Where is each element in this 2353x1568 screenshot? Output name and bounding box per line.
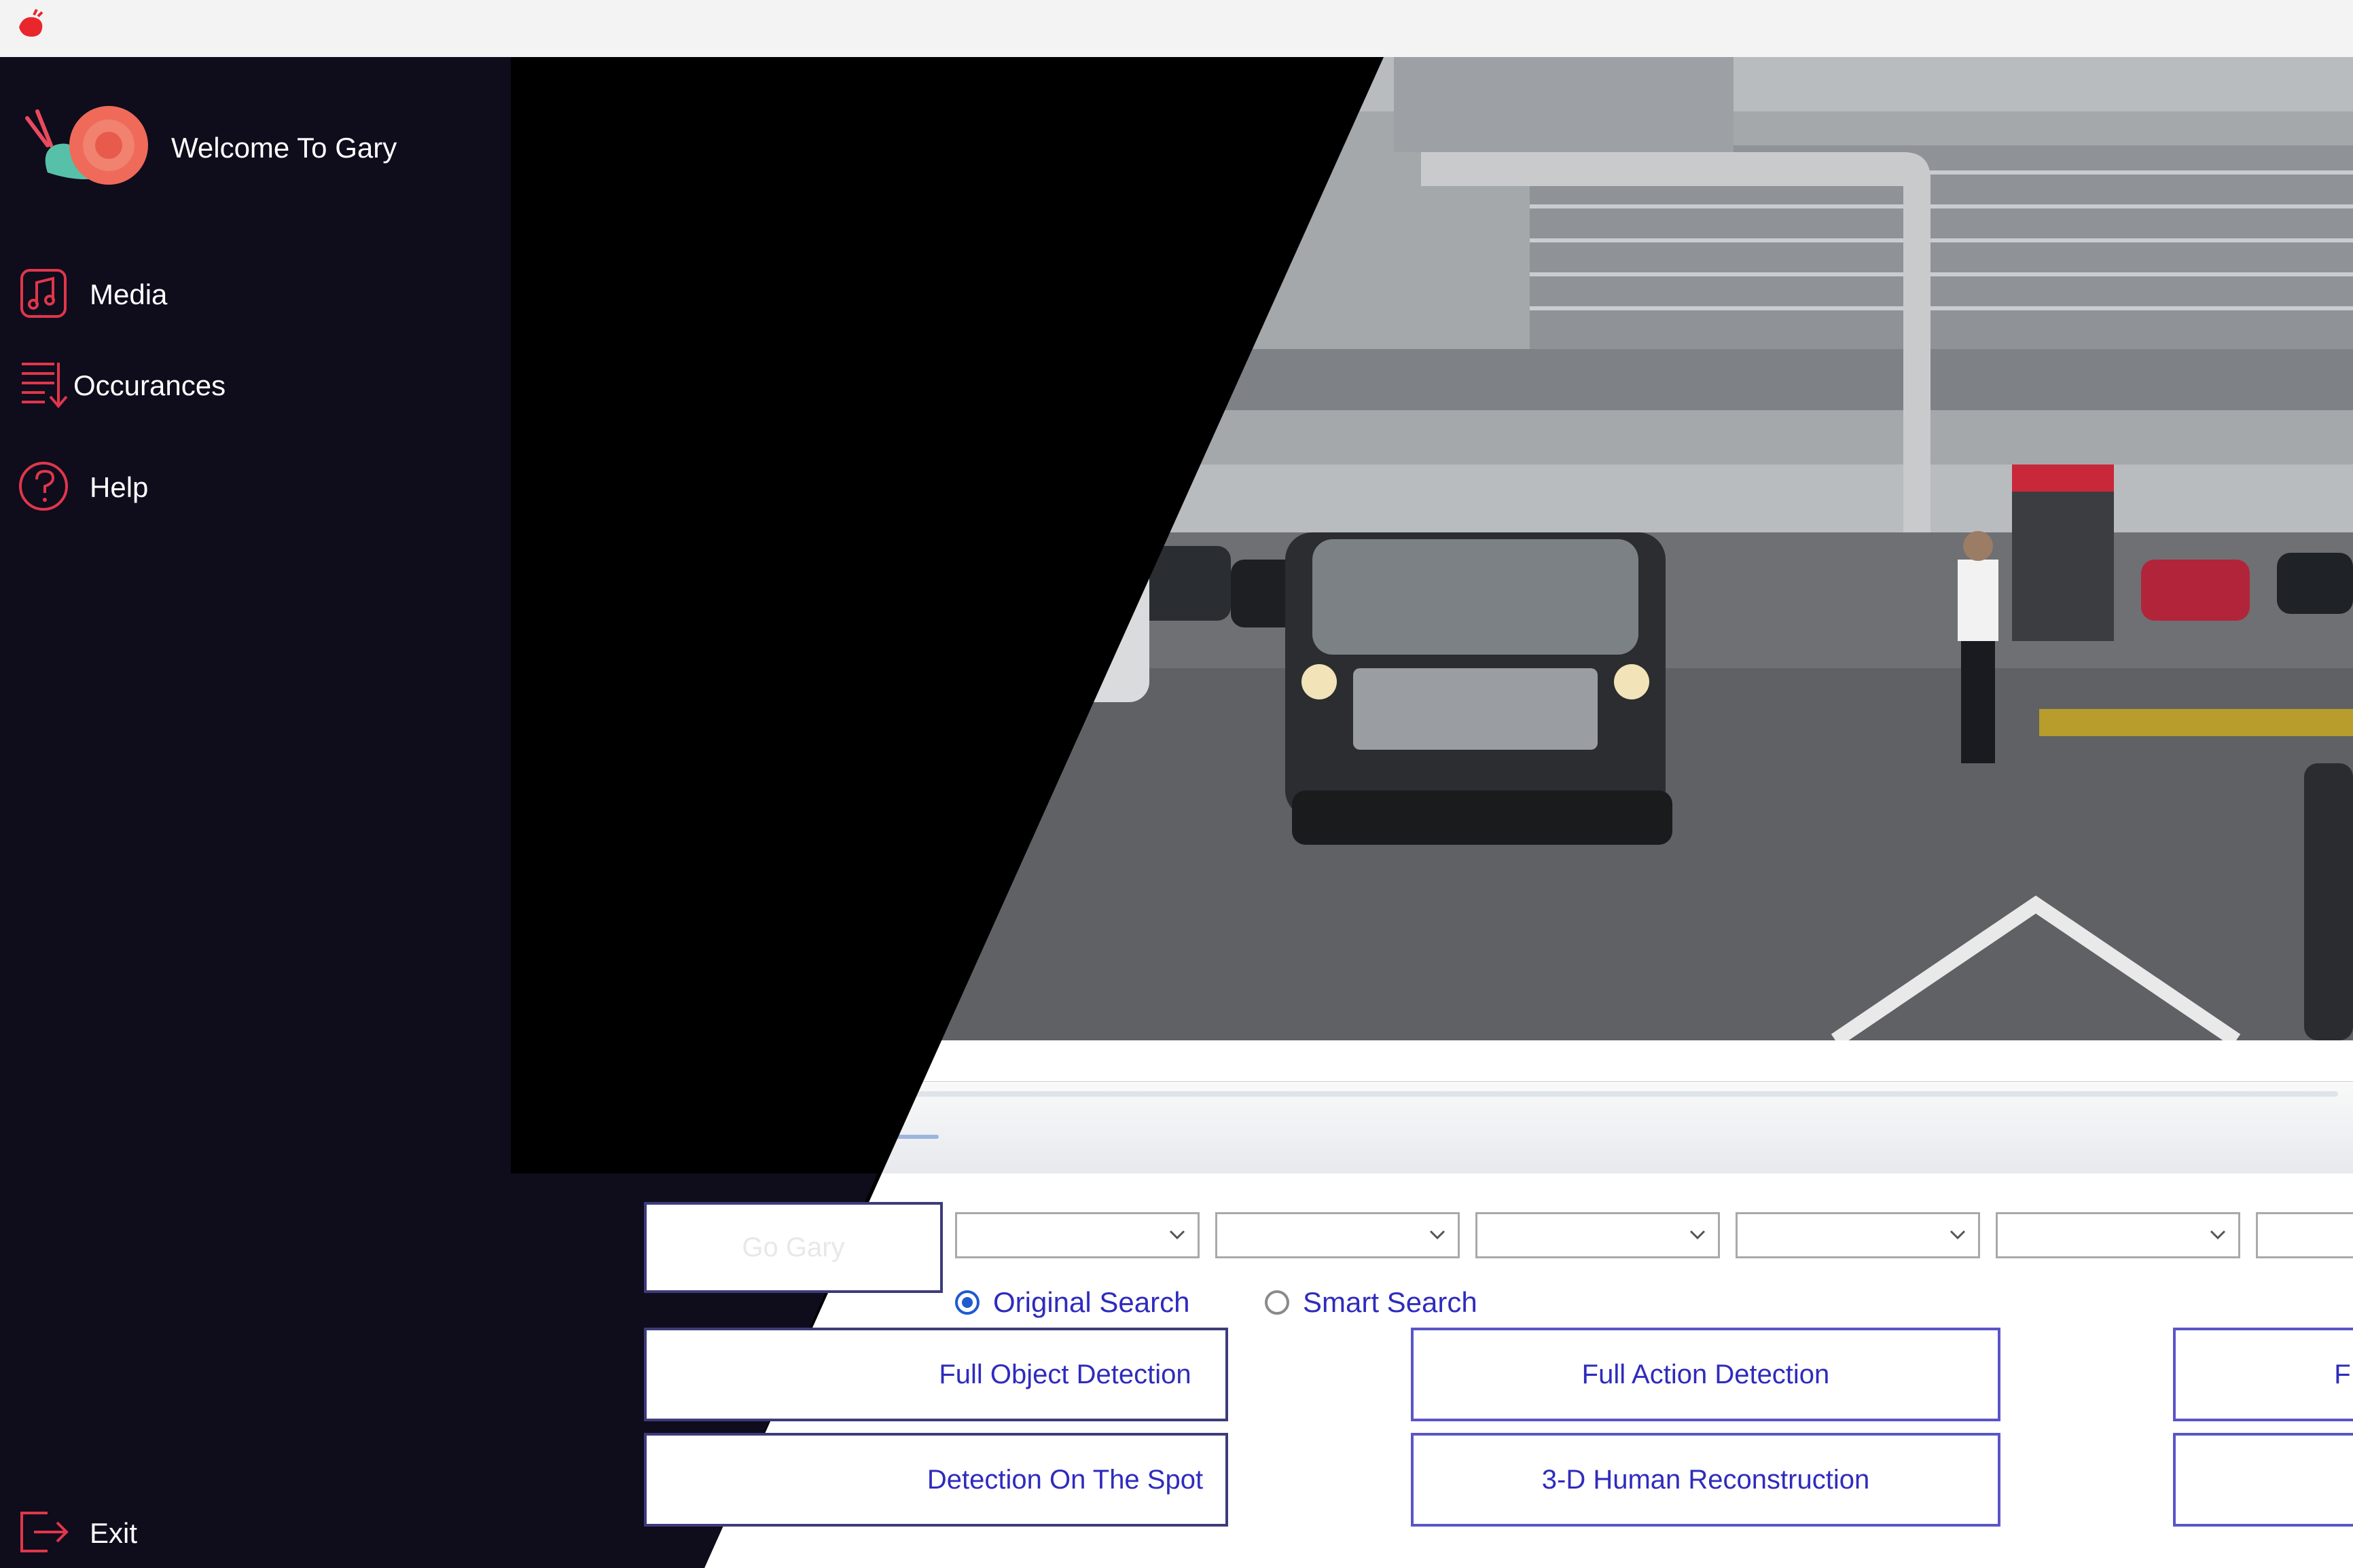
go-gary-label: Go Gary: [742, 1232, 845, 1262]
filter-dropdown-6[interactable]: [2256, 1212, 2353, 1258]
button-label: F: [2334, 1359, 2351, 1389]
radio-original-search[interactable]: Original Search: [955, 1282, 1189, 1323]
button-label: Detection On The Spot: [927, 1464, 1204, 1495]
app-logo-icon: [19, 9, 43, 37]
filter-dropdown-5[interactable]: [1996, 1212, 2240, 1258]
radio-label: Smart Search: [1303, 1286, 1477, 1318]
button-label: 3-D Human Reconstruction: [1541, 1464, 1870, 1495]
button-label: Full Object Detection: [939, 1359, 1191, 1389]
button-label: Full Action Detection: [1581, 1359, 1830, 1389]
go-gary-button[interactable]: Go Gary: [644, 1202, 943, 1293]
filter-dropdown-3[interactable]: [1475, 1212, 1720, 1258]
chevron-down-icon: [2210, 1230, 2226, 1240]
gary-snail-logo: [25, 106, 148, 185]
exit-icon: [20, 1512, 69, 1552]
third-column-button-bottom[interactable]: [2173, 1433, 2353, 1527]
title-bar: [0, 0, 2353, 57]
third-column-button-top[interactable]: F: [2173, 1328, 2353, 1421]
3d-human-reconstruction-button[interactable]: 3-D Human Reconstruction: [1411, 1433, 2000, 1527]
sidebar-item-label: Media: [90, 278, 168, 310]
exit-label: Exit: [90, 1517, 138, 1549]
sidebar-item-label: Occurances: [73, 369, 226, 401]
sidebar-item-occurances[interactable]: Occurances: [18, 356, 493, 413]
radio-label: Original Search: [993, 1286, 1190, 1318]
exit-button[interactable]: Exit: [18, 1503, 493, 1561]
detection-on-the-spot-button[interactable]: Detection On The Spot: [644, 1433, 1228, 1527]
filter-dropdown-4[interactable]: [1736, 1212, 1980, 1258]
filter-dropdown-1[interactable]: [955, 1212, 1200, 1258]
question-icon: [19, 462, 68, 511]
sidebar: Welcome To Gary Media Occurances Help Ex…: [0, 57, 511, 1568]
sidebar-item-label: Help: [90, 471, 149, 503]
radio-unselected-indicator: [1265, 1290, 1289, 1315]
chevron-down-icon: [1169, 1230, 1185, 1240]
chevron-down-icon: [1429, 1230, 1445, 1240]
sidebar-item-media[interactable]: Media: [18, 265, 493, 322]
radio-selected-indicator: [955, 1290, 980, 1315]
chevron-down-icon: [1689, 1230, 1706, 1240]
chevron-down-icon: [1950, 1230, 1966, 1240]
music-note-icon: [20, 269, 67, 318]
full-object-detection-button[interactable]: Full Object Detection: [644, 1328, 1228, 1421]
full-action-detection-button[interactable]: Full Action Detection: [1411, 1328, 2000, 1421]
sidebar-item-help[interactable]: Help: [18, 458, 493, 515]
welcome-title: Welcome To Gary: [171, 132, 397, 164]
radio-smart-search[interactable]: Smart Search: [1265, 1282, 1477, 1323]
filter-dropdown-2[interactable]: [1215, 1212, 1460, 1258]
list-arrow-icon: [22, 363, 68, 409]
